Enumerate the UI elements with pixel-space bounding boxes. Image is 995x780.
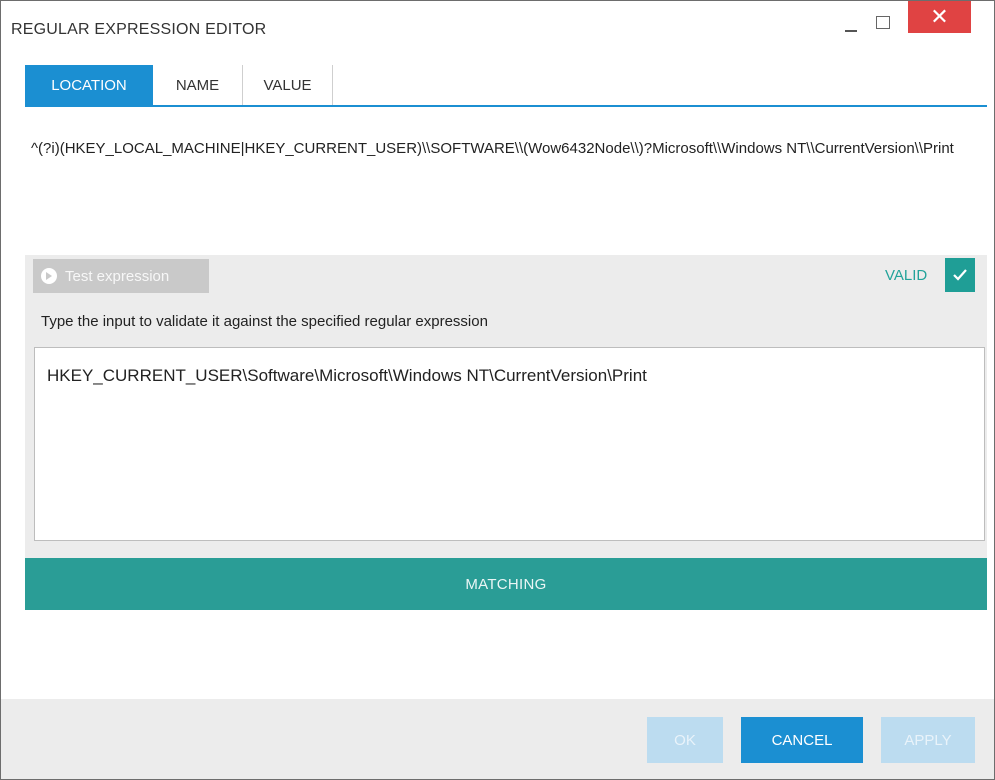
valid-status-badge bbox=[945, 258, 975, 292]
checkmark-icon bbox=[953, 269, 967, 281]
test-panel: Test expression VALID Type the input to … bbox=[25, 255, 987, 559]
test-expression-button[interactable]: Test expression bbox=[33, 259, 209, 293]
regex-expression-field[interactable]: ^(?i)(HKEY_LOCAL_MACHINE|HKEY_CURRENT_US… bbox=[25, 125, 971, 251]
apply-button[interactable]: APPLY bbox=[881, 717, 975, 763]
minimize-icon bbox=[845, 30, 857, 32]
ok-button[interactable]: OK bbox=[647, 717, 723, 763]
test-input-field[interactable]: HKEY_CURRENT_USER\Software\Microsoft\Win… bbox=[34, 347, 985, 541]
play-icon bbox=[41, 268, 57, 284]
match-result-bar: MATCHING bbox=[25, 558, 987, 610]
window-title: REGULAR EXPRESSION EDITOR bbox=[11, 21, 267, 38]
tab-location[interactable]: LOCATION bbox=[25, 65, 153, 105]
tab-name[interactable]: NAME bbox=[153, 65, 243, 105]
minimize-button[interactable] bbox=[834, 3, 868, 37]
close-icon: ✕ bbox=[930, 4, 949, 29]
title-bar: REGULAR EXPRESSION EDITOR ✕ bbox=[1, 1, 994, 61]
tab-bar: LOCATION NAME VALUE bbox=[25, 65, 333, 105]
regex-editor-window: REGULAR EXPRESSION EDITOR ✕ LOCATION NAM… bbox=[0, 0, 995, 780]
close-button[interactable]: ✕ bbox=[908, 1, 971, 33]
cancel-button[interactable]: CANCEL bbox=[741, 717, 863, 763]
maximize-icon bbox=[876, 15, 890, 29]
tab-underline bbox=[25, 105, 987, 107]
test-hint-text: Type the input to validate it against th… bbox=[41, 313, 488, 330]
valid-status-label: VALID bbox=[885, 267, 928, 284]
footer-bar: OK CANCEL APPLY bbox=[1, 699, 994, 779]
test-expression-label: Test expression bbox=[65, 267, 170, 285]
maximize-button[interactable] bbox=[868, 5, 898, 39]
tab-value[interactable]: VALUE bbox=[243, 65, 333, 105]
